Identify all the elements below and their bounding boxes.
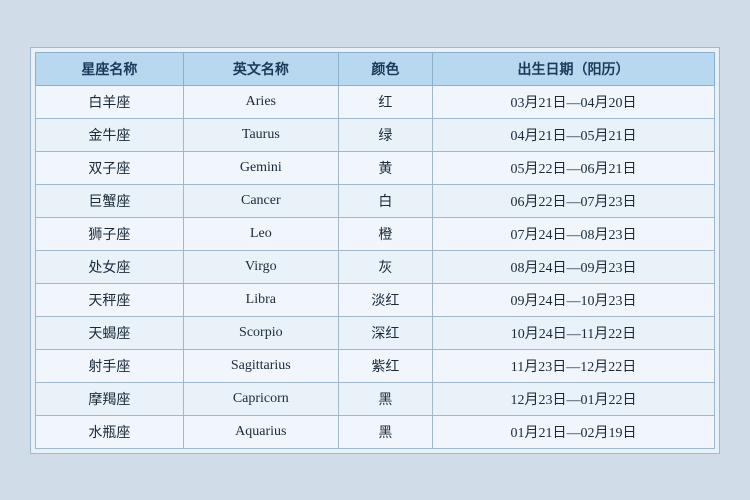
cell-color: 深红 <box>338 316 432 349</box>
col-header-english: 英文名称 <box>183 52 338 85</box>
cell-english: Taurus <box>183 118 338 151</box>
cell-color: 淡红 <box>338 283 432 316</box>
cell-dates: 11月23日—12月22日 <box>432 349 714 382</box>
cell-english: Leo <box>183 217 338 250</box>
cell-dates: 12月23日—01月22日 <box>432 382 714 415</box>
cell-english: Libra <box>183 283 338 316</box>
cell-chinese: 处女座 <box>36 250 184 283</box>
cell-dates: 08月24日—09月23日 <box>432 250 714 283</box>
cell-color: 灰 <box>338 250 432 283</box>
cell-english: Aries <box>183 85 338 118</box>
cell-english: Sagittarius <box>183 349 338 382</box>
cell-english: Virgo <box>183 250 338 283</box>
zodiac-table: 星座名称 英文名称 颜色 出生日期（阳历） 白羊座Aries红03月21日—04… <box>35 52 715 449</box>
cell-dates: 03月21日—04月20日 <box>432 85 714 118</box>
cell-color: 黄 <box>338 151 432 184</box>
cell-chinese: 摩羯座 <box>36 382 184 415</box>
table-row: 狮子座Leo橙07月24日—08月23日 <box>36 217 715 250</box>
cell-color: 绿 <box>338 118 432 151</box>
table-row: 天蝎座Scorpio深红10月24日—11月22日 <box>36 316 715 349</box>
cell-color: 红 <box>338 85 432 118</box>
cell-color: 白 <box>338 184 432 217</box>
table-row: 巨蟹座Cancer白06月22日—07月23日 <box>36 184 715 217</box>
cell-chinese: 射手座 <box>36 349 184 382</box>
table-row: 射手座Sagittarius紫红11月23日—12月22日 <box>36 349 715 382</box>
table-row: 水瓶座Aquarius黑01月21日—02月19日 <box>36 415 715 448</box>
table-row: 金牛座Taurus绿04月21日—05月21日 <box>36 118 715 151</box>
cell-dates: 10月24日—11月22日 <box>432 316 714 349</box>
col-header-chinese: 星座名称 <box>36 52 184 85</box>
cell-color: 紫红 <box>338 349 432 382</box>
col-header-dates: 出生日期（阳历） <box>432 52 714 85</box>
table-row: 处女座Virgo灰08月24日—09月23日 <box>36 250 715 283</box>
cell-dates: 06月22日—07月23日 <box>432 184 714 217</box>
cell-chinese: 狮子座 <box>36 217 184 250</box>
table-body: 白羊座Aries红03月21日—04月20日金牛座Taurus绿04月21日—0… <box>36 85 715 448</box>
cell-dates: 05月22日—06月21日 <box>432 151 714 184</box>
cell-chinese: 天蝎座 <box>36 316 184 349</box>
cell-dates: 04月21日—05月21日 <box>432 118 714 151</box>
cell-color: 橙 <box>338 217 432 250</box>
cell-english: Cancer <box>183 184 338 217</box>
table-header-row: 星座名称 英文名称 颜色 出生日期（阳历） <box>36 52 715 85</box>
table-row: 双子座Gemini黄05月22日—06月21日 <box>36 151 715 184</box>
cell-dates: 07月24日—08月23日 <box>432 217 714 250</box>
cell-english: Scorpio <box>183 316 338 349</box>
table-row: 摩羯座Capricorn黑12月23日—01月22日 <box>36 382 715 415</box>
table-row: 白羊座Aries红03月21日—04月20日 <box>36 85 715 118</box>
cell-color: 黑 <box>338 415 432 448</box>
cell-color: 黑 <box>338 382 432 415</box>
cell-chinese: 水瓶座 <box>36 415 184 448</box>
cell-chinese: 金牛座 <box>36 118 184 151</box>
cell-chinese: 巨蟹座 <box>36 184 184 217</box>
cell-dates: 01月21日—02月19日 <box>432 415 714 448</box>
cell-english: Aquarius <box>183 415 338 448</box>
cell-english: Gemini <box>183 151 338 184</box>
cell-chinese: 白羊座 <box>36 85 184 118</box>
cell-dates: 09月24日—10月23日 <box>432 283 714 316</box>
table-row: 天秤座Libra淡红09月24日—10月23日 <box>36 283 715 316</box>
cell-chinese: 双子座 <box>36 151 184 184</box>
cell-english: Capricorn <box>183 382 338 415</box>
zodiac-table-wrapper: 星座名称 英文名称 颜色 出生日期（阳历） 白羊座Aries红03月21日—04… <box>30 47 720 454</box>
col-header-color: 颜色 <box>338 52 432 85</box>
cell-chinese: 天秤座 <box>36 283 184 316</box>
